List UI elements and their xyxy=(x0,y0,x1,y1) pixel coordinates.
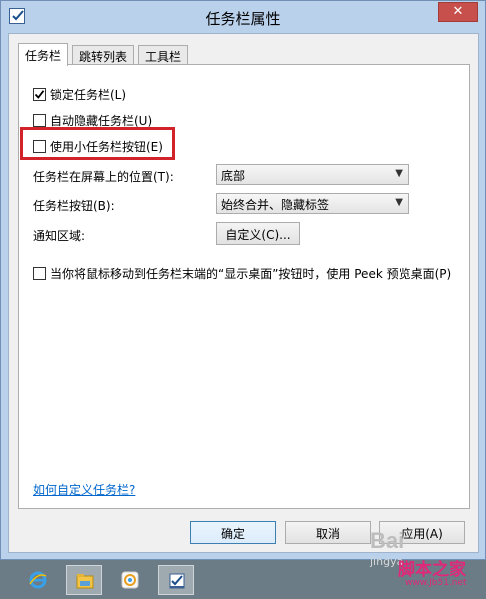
taskbar-tab-panel: 锁定任务栏(L) 自动隐藏任务栏(U) 使用小任务栏按钮(E) 任务栏在屏幕上的… xyxy=(18,64,470,509)
jb51-url-watermark: www.Jb51.net xyxy=(405,578,467,588)
cancel-button[interactable]: 取消 xyxy=(285,521,371,544)
tab-taskbar[interactable]: 任务栏 xyxy=(18,43,69,66)
window-title: 任务栏属性 xyxy=(205,10,281,28)
location-label: 任务栏在屏幕上的位置(T): xyxy=(33,170,174,184)
checkmark-icon xyxy=(34,89,45,99)
taskbar-properties-icon xyxy=(169,573,185,589)
baidu-watermark: Bai xyxy=(370,528,405,553)
location-value: 底部 xyxy=(221,169,246,183)
peek-checkbox[interactable] xyxy=(33,266,46,280)
auto-hide-checkbox[interactable] xyxy=(33,113,46,127)
customize-button[interactable]: 自定义(C)... xyxy=(216,222,300,245)
highlight-box xyxy=(20,127,175,160)
tab-toolbars[interactable]: 工具栏 xyxy=(138,45,189,65)
chevron-down-icon: ▼ xyxy=(395,168,403,179)
file-explorer-icon xyxy=(76,574,94,589)
buttons-label: 任务栏按钮(B): xyxy=(33,199,115,213)
lock-taskbar-checkbox[interactable] xyxy=(33,87,46,101)
buttons-dropdown[interactable]: 始终合并、隐藏标签 ▼ xyxy=(216,193,409,214)
taskbar-item-properties[interactable] xyxy=(158,565,194,595)
buttons-value: 始终合并、隐藏标签 xyxy=(221,198,330,212)
taskbar-properties-window: 任务栏属性 ✕ 任务栏 跳转列表 工具栏 锁定任务栏(L) 自动隐藏任务栏(U) xyxy=(0,0,486,560)
close-button[interactable]: ✕ xyxy=(438,2,478,22)
ok-button[interactable]: 确定 xyxy=(190,521,276,544)
peek-option[interactable]: 当你将鼠标移动到任务栏末端的“显示桌面”按钮时，使用 Peek 预览桌面(P) xyxy=(33,264,451,282)
peek-label: 当你将鼠标移动到任务栏末端的“显示桌面”按钮时，使用 Peek 预览桌面(P) xyxy=(50,266,452,281)
taskbar-item-explorer[interactable] xyxy=(66,565,102,595)
notification-label: 通知区域: xyxy=(33,229,86,243)
location-dropdown[interactable]: 底部 ▼ xyxy=(216,164,409,185)
title-bar[interactable]: 任务栏属性 ✕ xyxy=(1,1,485,33)
lock-taskbar-label: 锁定任务栏(L) xyxy=(50,87,127,102)
auto-hide-label: 自动隐藏任务栏(U) xyxy=(50,113,153,128)
dialog-client-area: 任务栏 跳转列表 工具栏 锁定任务栏(L) 自动隐藏任务栏(U) 使用小任务栏按… xyxy=(8,33,479,553)
jb51-watermark: 脚本之家 xyxy=(398,560,466,580)
internet-explorer-icon xyxy=(29,571,47,589)
lock-taskbar-option[interactable]: 锁定任务栏(L) xyxy=(33,85,126,103)
taskbar-item-ie[interactable] xyxy=(20,565,56,595)
taskbar-item-photos[interactable] xyxy=(112,565,148,595)
photos-icon xyxy=(121,571,139,589)
help-link[interactable]: 如何自定义任务栏? xyxy=(33,481,135,498)
chevron-down-icon: ▼ xyxy=(395,197,403,208)
tab-jump-lists[interactable]: 跳转列表 xyxy=(72,45,135,65)
close-icon: ✕ xyxy=(452,4,464,19)
